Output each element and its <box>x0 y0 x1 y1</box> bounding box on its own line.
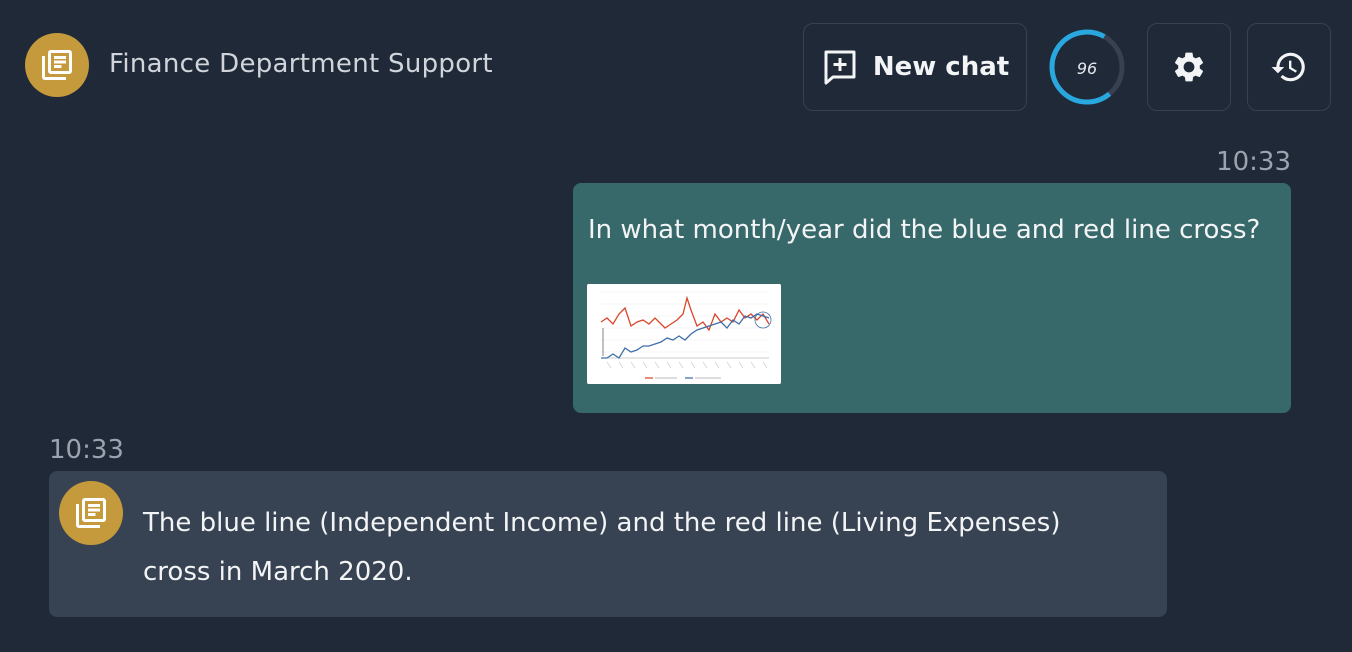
new-chat-button[interactable]: New chat <box>803 23 1027 111</box>
assistant-message-bubble: The blue line (Independent Income) and t… <box>49 471 1167 617</box>
usage-gauge: 96 <box>1046 28 1128 108</box>
add-chat-icon <box>824 50 856 85</box>
page-title: Finance Department Support <box>109 49 493 79</box>
gauge-value: 96 <box>1076 58 1098 78</box>
message-timestamp: 10:33 <box>1216 147 1291 177</box>
message-timestamp: 10:33 <box>49 435 124 465</box>
document-list-icon <box>76 498 106 528</box>
new-chat-label: New chat <box>872 52 1010 82</box>
settings-button[interactable] <box>1147 23 1231 111</box>
history-icon <box>1271 52 1305 82</box>
user-message-bubble: In what month/year did the blue and red … <box>573 183 1291 413</box>
assistant-avatar <box>59 481 123 545</box>
assistant-message-text: The blue line (Independent Income) and t… <box>143 508 1061 587</box>
history-button[interactable] <box>1247 23 1331 111</box>
user-message-text: In what month/year did the blue and red … <box>588 215 1261 245</box>
gear-icon <box>1174 52 1204 82</box>
chart-thumbnail-attachment[interactable] <box>587 284 781 384</box>
assistant-avatar <box>25 33 89 97</box>
document-list-icon <box>42 50 72 80</box>
chart-thumbnail-image <box>587 284 781 384</box>
